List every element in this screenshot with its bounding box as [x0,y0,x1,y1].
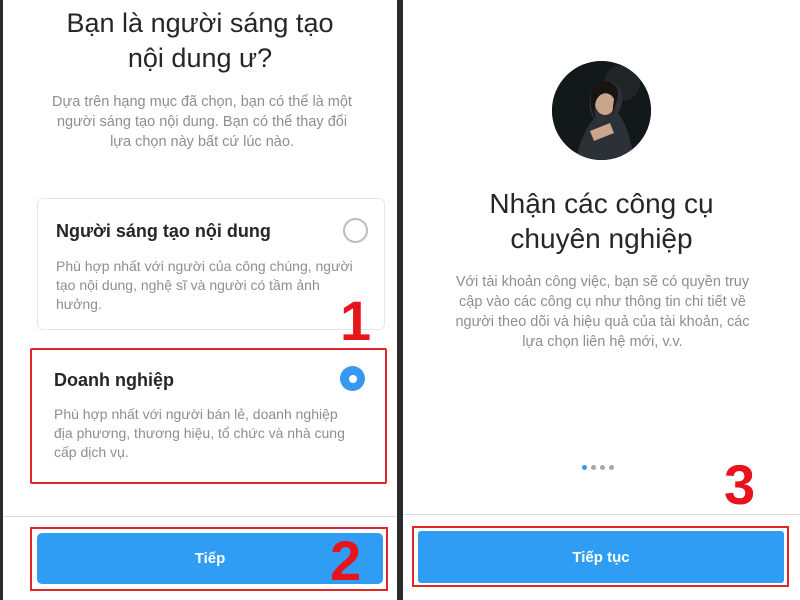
title-line: Nhận các công cụ [489,188,714,219]
title-line: nội dung ư? [127,43,273,73]
option-business-card[interactable]: Doanh nghiệp Phù hợp nhất với người bán … [30,348,387,484]
option-description: Phù hợp nhất với người bán lẻ, doanh ngh… [54,405,359,462]
page-description: Với tài khoản công việc, bạn sẽ có quyền… [440,272,765,352]
page-title: Bạn là người sáng tạo nội dung ư? [3,6,397,76]
left-screen: Bạn là người sáng tạo nội dung ư? Dựa tr… [3,0,397,600]
page-dot [600,465,605,470]
avatar-photo-icon [552,61,651,160]
step-number-1: 1 [340,289,372,352]
subtitle-line: lựa chọn này bất cứ lúc nào. [110,134,294,150]
title-line: Bạn là người sáng tạo [66,8,334,38]
option-creator-card[interactable]: Người sáng tạo nội dung Phù hợp nhất với… [37,198,385,330]
page-dot [591,465,596,470]
continue-button[interactable]: Tiếp tục [418,531,784,583]
page-dot-active [582,465,587,470]
subtitle-line: người sáng tạo nội dung. Bạn có thể thay… [56,114,348,130]
page-subtitle: Dựa trên hạng mục đã chọn, bạn có thể là… [43,92,361,152]
desc-line: cập vào các công cụ như thông tin chi ti… [459,294,746,310]
desc-line: Phù hợp nhất với người của công chúng, n… [56,258,353,274]
title-line: chuyên nghiệp [510,223,693,254]
page-title: Nhận các công cụ chuyên nghiệp [403,186,800,256]
page-dot [609,465,614,470]
desc-line: Với tài khoản công việc, bạn sẽ có quyền… [455,274,750,290]
desc-line: người theo dõi và hiệu quả của tài khoản… [455,314,750,330]
desc-line: tạo nội dung, nghệ sĩ và người có tầm ản… [56,277,320,293]
option-title: Doanh nghiệp [54,370,174,390]
radio-unselected-icon[interactable] [343,218,368,243]
divider [3,516,397,517]
radio-selected-icon[interactable] [340,366,365,391]
option-description: Phù hợp nhất với người của công chúng, n… [56,257,366,314]
option-title: Người sáng tạo nội dung [56,221,271,241]
desc-line: lựa chọn liên hệ mới, v.v. [522,334,683,350]
step-number-3: 3 [724,453,756,516]
subtitle-line: Dựa trên hạng mục đã chọn, bạn có thể là… [52,94,352,110]
desc-line: cấp dịch vụ. [54,444,129,460]
desc-line: địa phương, thương hiệu, tổ chức và nhà … [54,425,345,441]
page-indicator [582,465,614,470]
desc-line: Phù hợp nhất với người bán lẻ, doanh ngh… [54,406,338,422]
profile-avatar [552,61,651,160]
step-number-2: 2 [330,529,362,592]
desc-line: hưởng. [56,296,102,312]
